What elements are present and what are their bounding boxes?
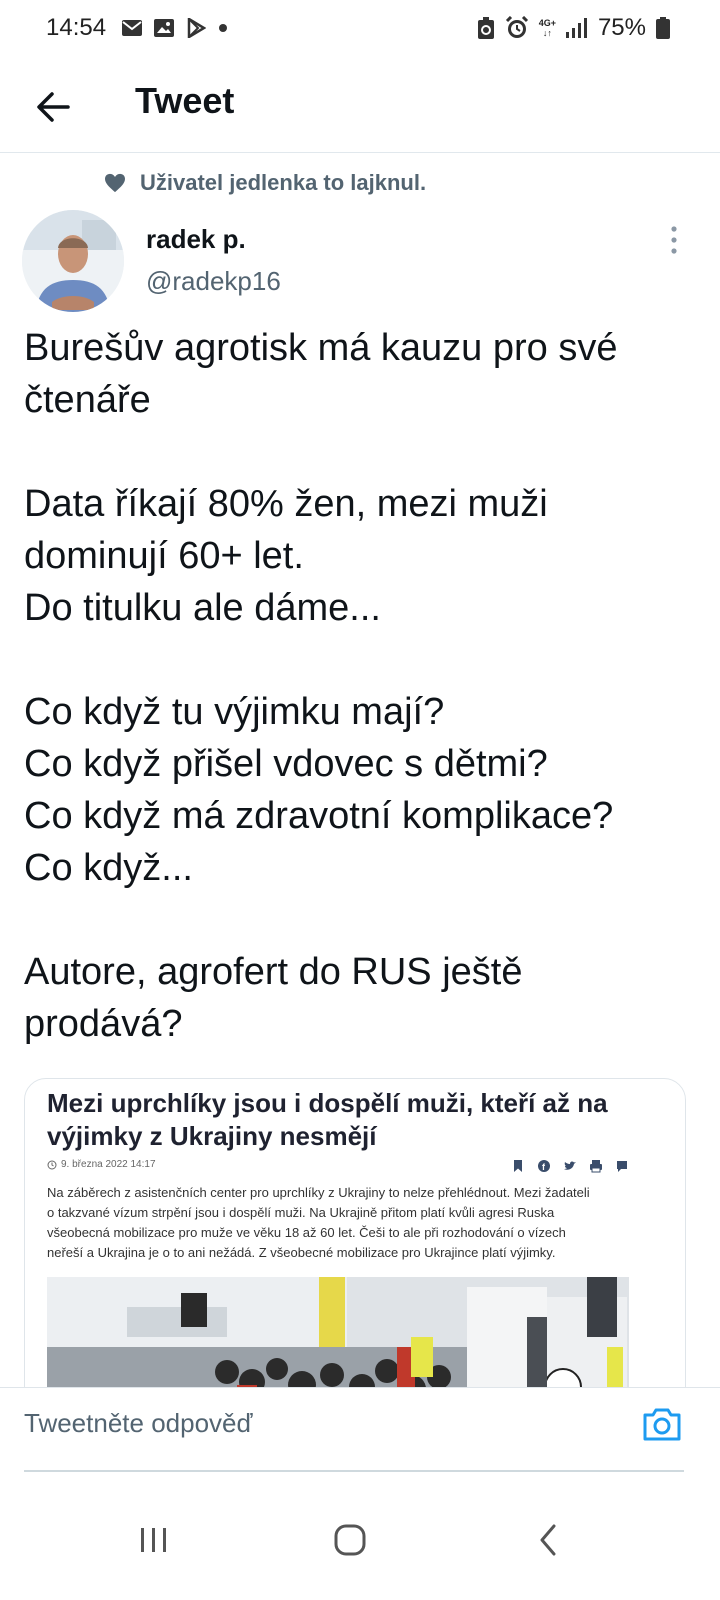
more-options-button[interactable] <box>664 224 684 256</box>
reply-input[interactable]: Tweetněte odpověď <box>24 1408 252 1439</box>
author-name[interactable]: radek p. <box>146 224 246 255</box>
article-share-icons: f <box>511 1159 629 1173</box>
twitter-icon <box>563 1159 577 1173</box>
reply-divider <box>24 1470 684 1472</box>
author-handle[interactable]: @radekp16 <box>146 266 281 297</box>
network-arrows-icon: ↓↑ <box>542 28 552 38</box>
system-status: 4G+ ↓↑ 75% <box>477 14 670 42</box>
tweet-line: Autore, agrofert do RUS ještě <box>24 951 523 993</box>
app-bar: Tweet <box>0 62 720 153</box>
system-back-button[interactable] <box>518 1510 578 1570</box>
tweet-line: Co když tu výjimku mají? <box>24 691 445 733</box>
image-icon <box>154 19 174 37</box>
network-type-label: 4G+ <box>538 18 556 28</box>
dot-icon <box>218 23 228 33</box>
liked-by-text: Uživatel jedlenka to lajknul. <box>140 170 427 195</box>
more-vertical-icon <box>671 226 677 254</box>
recycle-icon <box>477 17 495 39</box>
status-bar: 14:54 4G+ ↓↑ 75% <box>0 0 720 62</box>
alarm-icon <box>505 16 529 40</box>
tweet-line: Burešův agrotisk má kauzu pro své <box>24 327 618 369</box>
tweet-line: Co když přišel vdovec s dětmi? <box>24 743 548 785</box>
article-date: 9. března 2022 14:17 <box>61 1159 156 1170</box>
home-button[interactable] <box>320 1510 380 1570</box>
battery-icon <box>656 17 670 39</box>
comment-icon <box>615 1159 629 1173</box>
status-time: 14:54 <box>46 14 107 41</box>
home-icon <box>334 1524 366 1556</box>
article-lead-line: všeobecná mobilizace pro muže ve věku 18… <box>47 1225 566 1240</box>
back-arrow-icon <box>37 92 70 122</box>
article-headline: Mezi uprchlíky jsou i dospělí muži, kteř… <box>47 1088 608 1151</box>
recent-apps-icon <box>141 1528 166 1552</box>
tweet-paragraph: Autore, agrofert do RUS ještě prodává? <box>24 946 696 1050</box>
tweet-line: Co když... <box>24 847 193 889</box>
attached-image[interactable]: Mezi uprchlíky jsou i dospělí muži, kteř… <box>24 1078 686 1420</box>
tweet-paragraph: Co když tu výjimku mají? Co když přišel … <box>24 686 696 894</box>
print-icon <box>589 1159 603 1173</box>
email-icon <box>122 20 142 36</box>
tweet-line: prodává? <box>24 1003 183 1045</box>
notification-icons <box>122 18 228 38</box>
camera-button[interactable] <box>640 1402 684 1446</box>
heart-icon <box>105 173 125 193</box>
tweet-line: Data říkají 80% žen, mezi muži <box>24 483 548 525</box>
play-store-icon <box>186 18 206 38</box>
reply-bar: Tweetněte odpověď <box>0 1387 720 1472</box>
back-button[interactable] <box>28 82 78 132</box>
article-lead-line: o takzvané vízum strpění jsou i dospělí … <box>47 1205 555 1220</box>
article-lead-line: neřeší a Ukrajina je o to ani nežádá. Z … <box>47 1245 556 1260</box>
article-lead-line: Na záběrech z asistenčních center pro up… <box>47 1185 590 1200</box>
social-context[interactable]: Uživatel jedlenka to lajknul. <box>104 170 426 196</box>
article-meta: 9. března 2022 14:17 <box>47 1159 156 1170</box>
tweet-line: Do titulku ale dáme... <box>24 587 381 629</box>
bookmark-icon <box>511 1159 525 1173</box>
battery-level: 75% <box>597 14 646 41</box>
tweet-text: Burešův agrotisk má kauzu pro své čtenář… <box>24 322 696 1102</box>
tweet-paragraph: Burešův agrotisk má kauzu pro své čtenář… <box>24 322 696 426</box>
system-back-icon <box>540 1524 556 1556</box>
facebook-icon: f <box>537 1159 551 1173</box>
camera-icon <box>643 1408 681 1441</box>
system-nav-bar <box>0 1490 720 1600</box>
signal-icon <box>565 18 588 38</box>
network-type-icon: 4G+ ↓↑ <box>539 18 556 38</box>
tweet-line: dominují 60+ let. <box>24 535 304 577</box>
article-lead: Na záběrech z asistenčních center pro up… <box>47 1183 633 1263</box>
recent-apps-button[interactable] <box>124 1510 184 1570</box>
tweet-line: čtenáře <box>24 379 151 421</box>
clock-icon <box>47 1160 57 1169</box>
avatar[interactable] <box>22 210 124 312</box>
tweet-line: Co když má zdravotní komplikace? <box>24 795 614 837</box>
page-title: Tweet <box>135 80 235 121</box>
tweet-paragraph: Data říkají 80% žen, mezi muži dominují … <box>24 478 696 634</box>
